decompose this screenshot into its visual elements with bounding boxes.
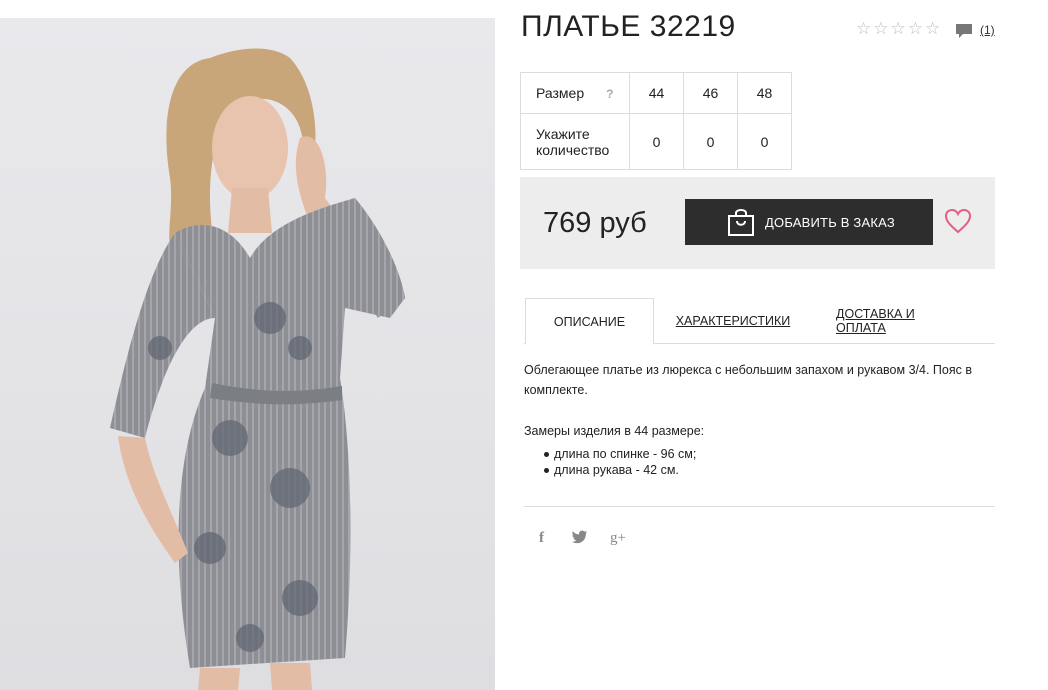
quantity-label-cell: Укажите количество bbox=[520, 113, 630, 170]
measurements-list: длина по спинке - 96 см; длина рукава - … bbox=[543, 446, 697, 478]
quantity-input-44[interactable]: 0 bbox=[629, 113, 684, 170]
google-plus-icon[interactable]: g+ bbox=[610, 530, 626, 547]
product-description: Облегающее платье из люрекса с небольшим… bbox=[524, 363, 972, 397]
size-label-cell: Размер? bbox=[520, 72, 630, 114]
tab-characteristics[interactable]: ХАРАКТЕРИСТИКИ bbox=[676, 298, 791, 344]
measurements-title: Замеры изделия в 44 размере: bbox=[524, 424, 705, 438]
quantity-label-line1: Укажите bbox=[536, 125, 590, 142]
price: 769 руб bbox=[543, 207, 647, 239]
size-46: 46 bbox=[683, 72, 738, 114]
list-item: длина по спинке - 96 см; bbox=[543, 447, 697, 461]
product-tabs: ОПИСАНИЕ ХАРАКТЕРИСТИКИ ДОСТАВКА И ОПЛАТ… bbox=[524, 298, 995, 345]
product-photo[interactable] bbox=[0, 18, 495, 690]
star-icon[interactable]: ☆ bbox=[908, 20, 923, 37]
dress-model-illustration bbox=[110, 48, 405, 690]
list-item: длина рукава - 42 см. bbox=[543, 462, 696, 478]
size-48: 48 bbox=[737, 72, 792, 114]
size-row: Размер? 44 46 48 bbox=[520, 72, 792, 114]
product-title: ПЛАТЬЕ 32219 bbox=[521, 10, 736, 43]
comments-count-link[interactable]: (1) bbox=[980, 23, 995, 37]
twitter-icon[interactable] bbox=[572, 530, 588, 548]
shopping-bag-icon bbox=[728, 209, 754, 236]
quantity-label-line2: количество bbox=[536, 141, 610, 158]
add-to-order-button[interactable]: ДОБАВИТЬ В ЗАКАЗ bbox=[685, 199, 933, 245]
star-icon[interactable]: ☆ bbox=[856, 20, 871, 37]
tab-delivery-payment[interactable]: ДОСТАВКА И ОПЛАТА bbox=[836, 298, 962, 344]
size-help-icon[interactable]: ? bbox=[606, 87, 613, 101]
tab-description[interactable]: ОПИСАНИЕ bbox=[525, 298, 654, 345]
twitter-bird-icon bbox=[572, 530, 587, 544]
divider bbox=[524, 506, 995, 507]
quantity-input-46[interactable]: 0 bbox=[683, 113, 738, 170]
facebook-icon[interactable]: f bbox=[539, 530, 544, 547]
star-icon[interactable]: ☆ bbox=[891, 20, 906, 37]
size-label: Размер bbox=[536, 85, 585, 101]
star-icon[interactable]: ☆ bbox=[873, 20, 888, 37]
star-icon[interactable]: ☆ bbox=[925, 20, 940, 37]
size-table: Размер? 44 46 48 Укажите количество 0 0 … bbox=[520, 72, 792, 170]
size-44: 44 bbox=[629, 72, 684, 114]
rating-stars[interactable]: ☆ ☆ ☆ ☆ ☆ bbox=[856, 20, 940, 37]
quantity-row: Укажите количество 0 0 0 bbox=[520, 113, 792, 170]
comment-icon[interactable] bbox=[955, 22, 973, 40]
price-box: 769 руб ДОБАВИТЬ В ЗАКАЗ bbox=[520, 177, 995, 269]
heart-icon[interactable] bbox=[944, 208, 972, 234]
quantity-input-48[interactable]: 0 bbox=[737, 113, 792, 170]
add-to-order-label: ДОБАВИТЬ В ЗАКАЗ bbox=[765, 214, 895, 230]
